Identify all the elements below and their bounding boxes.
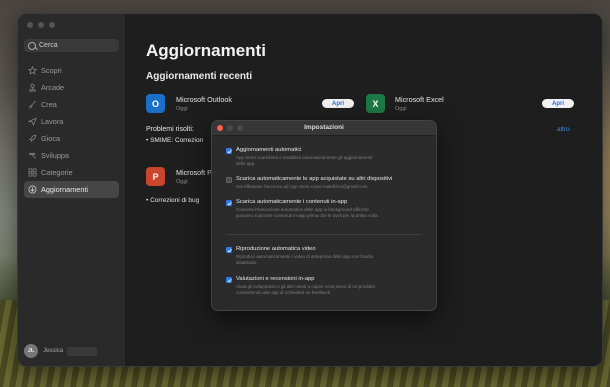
sidebar-item-label: Lavora [41,117,64,126]
grid-icon [28,168,37,177]
joystick-icon [28,83,37,92]
checkmark-icon [227,248,231,252]
option-download-purchased-apps[interactable]: Scarica automaticamente le app acquistat… [226,176,426,190]
settings-dialog: Impostazioni Aggiornamenti automatici Ap… [211,120,437,311]
powerpoint-app-icon: P [146,167,165,186]
app-row-outlook[interactable]: O Microsoft Outlook Oggi [146,94,232,113]
zoom-window-button[interactable] [49,22,55,28]
app-name: Microsoft P [176,168,212,177]
dialog-titlebar: Impostazioni [212,121,436,136]
checkmark-icon [227,149,231,153]
window-controls [27,22,55,28]
excel-app-icon: X [366,94,385,113]
rocket-icon [28,134,37,143]
option-description: Consenti l'esecuzione automatica delle a… [236,207,379,218]
app-row-powerpoint[interactable]: P Microsoft P Oggi [146,167,212,186]
app-row-excel[interactable]: X Microsoft Excel Oggi [366,94,444,113]
minimize-window-button[interactable] [38,22,44,28]
option-automatic-updates[interactable]: Aggiornamenti automatici App Store scari… [226,147,426,166]
open-outlook-button[interactable]: Apri [322,99,354,108]
sidebar-item-arcade[interactable]: Arcade [24,79,119,96]
sidebar-item-label: Scopri [41,66,62,75]
sidebar: Scopri Arcade Crea Lavora Gioca Sviluppa [18,14,126,366]
checkmark-icon [227,201,231,205]
option-in-app-ratings[interactable]: Valutazioni e recensioni in-app Aiuta gl… [226,276,426,295]
sidebar-item-crea[interactable]: Crea [24,96,119,113]
sidebar-item-categorie[interactable]: Categorie [24,164,119,181]
release-notes-line: • Correzioni di bug [146,197,200,204]
option-label: Aggiornamenti automatici [236,147,302,153]
sidebar-item-label: Crea [41,100,57,109]
option-description: Riproduci automaticamente i video di ant… [236,254,374,265]
option-description: Aiuta gli sviluppatori e gli altri utent… [236,284,376,295]
dialog-title: Impostazioni [304,124,344,131]
paperplane-icon [28,117,37,126]
section-title: Aggiornamenti recenti [146,71,253,82]
app-date: Oggi [395,106,407,112]
download-purchased-apps-checkbox[interactable] [226,177,232,183]
option-video-autoplay[interactable]: Riproduzione automatica video Riproduci … [226,246,426,265]
checkmark-icon [227,278,231,282]
automatic-updates-checkbox[interactable] [226,148,232,154]
option-label: Riproduzione automatica video [236,246,316,252]
sidebar-item-label: Gioca [41,134,61,143]
more-link[interactable]: altro [557,126,570,133]
download-in-app-content-checkbox[interactable] [226,200,232,206]
search-input[interactable] [39,42,119,49]
app-date: Oggi [176,179,188,185]
star-icon [28,66,37,75]
option-download-in-app-content[interactable]: Scarica automaticamente i contenuti in-a… [226,199,426,218]
open-excel-button[interactable]: Apri [542,99,574,108]
avatar: JL [24,344,38,358]
hammer-icon [28,151,37,160]
option-label: Scarica automaticamente le app acquistat… [236,176,393,182]
option-label: Scarica automaticamente i contenuti in-a… [236,199,348,205]
sidebar-item-gioca[interactable]: Gioca [24,130,119,147]
release-notes-title: Problemi risolti: [146,126,194,133]
user-surname-redacted [67,346,98,356]
video-autoplay-checkbox[interactable] [226,247,232,253]
user-name: Jessica [43,348,64,354]
page-title: Aggiornamenti [146,41,266,60]
release-notes-line: • SMIME: Correzion [146,137,204,144]
user-account[interactable]: JL Jessica [24,344,98,358]
sidebar-item-label: Sviluppa [41,151,69,160]
sidebar-item-lavora[interactable]: Lavora [24,113,119,130]
sidebar-item-label: Aggiornamenti [41,185,89,194]
outlook-app-icon: O [146,94,165,113]
section-divider [226,234,422,235]
option-label: Valutazioni e recensioni in-app [236,276,315,282]
sidebar-item-sviluppa[interactable]: Sviluppa [24,147,119,164]
sidebar-item-label: Arcade [41,83,65,92]
in-app-ratings-checkbox[interactable] [226,277,232,283]
search-icon [28,41,36,50]
option-description: Hai effettuato l'accesso ad App Store co… [236,184,369,189]
app-name: Microsoft Outlook [176,95,232,104]
download-icon [28,185,37,194]
option-description: App Store scaricherà e installerà automa… [236,155,373,166]
close-window-button[interactable] [27,22,33,28]
sidebar-item-aggiornamenti[interactable]: Aggiornamenti [24,181,119,198]
brush-icon [28,100,37,109]
search-box[interactable] [24,39,119,52]
sidebar-item-scopri[interactable]: Scopri [24,62,119,79]
sidebar-item-label: Categorie [41,168,73,177]
app-name: Microsoft Excel [395,95,444,104]
sidebar-nav: Scopri Arcade Crea Lavora Gioca Sviluppa [24,62,119,198]
app-date: Oggi [176,106,188,112]
